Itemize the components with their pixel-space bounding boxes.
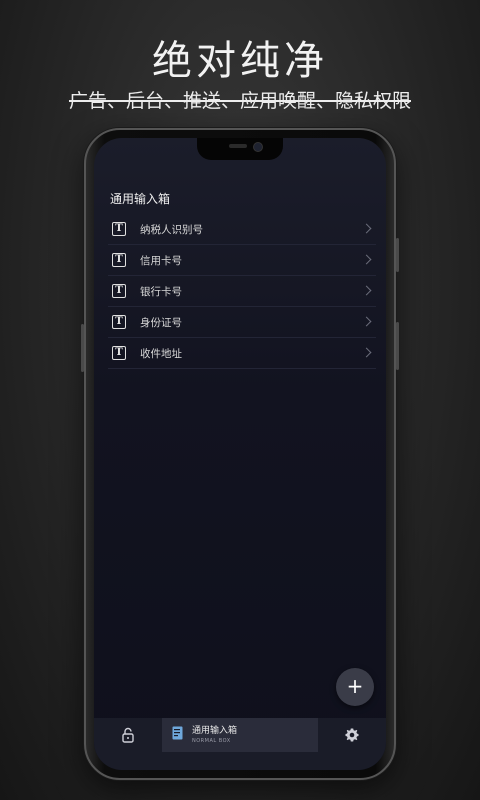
- add-button[interactable]: +: [336, 668, 374, 706]
- section-title: 通用输入箱: [110, 192, 171, 206]
- text-box-icon: T: [112, 222, 126, 236]
- promo-subline: 广告、后台、推送、应用唤醒、隐私权限: [0, 86, 480, 113]
- tab-settings[interactable]: [318, 718, 386, 770]
- promo-headline: 绝对纯净: [152, 38, 328, 84]
- list-item-label: 信用卡号: [140, 254, 182, 267]
- list-item-taxpayer-id[interactable]: T 纳税人识别号: [108, 214, 376, 245]
- text-box-icon: T: [112, 346, 126, 360]
- text-box-icon: T: [112, 284, 126, 298]
- text-box-icon: T: [112, 315, 126, 329]
- list-item-label: 身份证号: [140, 316, 182, 329]
- edit-note-icon: [172, 726, 183, 740]
- gear-icon: [345, 728, 359, 742]
- promo-subline-text: 广告、后台、推送、应用唤醒、隐私权限: [68, 90, 411, 112]
- chevron-right-icon: [361, 316, 372, 327]
- volume-button: [81, 324, 84, 372]
- chevron-right-icon: [361, 285, 372, 296]
- bottom-tab-bar: 通用输入箱 NORMAL BOX: [94, 718, 386, 770]
- list-item-label: 银行卡号: [140, 285, 182, 298]
- input-box-list: T 纳税人识别号 T 信用卡号 T 银行卡号 T 身份证号 T 收件地址: [108, 214, 376, 369]
- chevron-right-icon: [361, 223, 372, 234]
- phone-screen: 通用输入箱 T 纳税人识别号 T 信用卡号 T 银行卡号 T 身份证号 T 收件…: [94, 138, 386, 770]
- list-item-bank-card[interactable]: T 银行卡号: [108, 276, 376, 307]
- tab-sublabel: NORMAL BOX: [192, 738, 231, 744]
- list-item-shipping-address[interactable]: T 收件地址: [108, 338, 376, 369]
- front-camera: [253, 142, 263, 152]
- power-button: [396, 238, 399, 272]
- tab-normal-box[interactable]: 通用输入箱 NORMAL BOX: [162, 718, 318, 752]
- chevron-right-icon: [361, 347, 372, 358]
- list-item-label: 纳税人识别号: [140, 223, 203, 236]
- tab-label: 通用输入箱: [192, 726, 238, 736]
- lock-icon: [122, 727, 134, 743]
- notch: [197, 138, 283, 160]
- phone-frame: 通用输入箱 T 纳税人识别号 T 信用卡号 T 银行卡号 T 身份证号 T 收件…: [81, 128, 399, 780]
- speaker: [229, 144, 247, 148]
- list-item-id-number[interactable]: T 身份证号: [108, 307, 376, 338]
- chevron-right-icon: [361, 254, 372, 265]
- tab-text: 通用输入箱 NORMAL BOX: [192, 726, 237, 744]
- text-box-icon: T: [112, 253, 126, 267]
- tab-lock[interactable]: [94, 718, 162, 770]
- list-item-credit-card[interactable]: T 信用卡号: [108, 245, 376, 276]
- list-item-label: 收件地址: [140, 347, 182, 360]
- side-button: [396, 322, 399, 370]
